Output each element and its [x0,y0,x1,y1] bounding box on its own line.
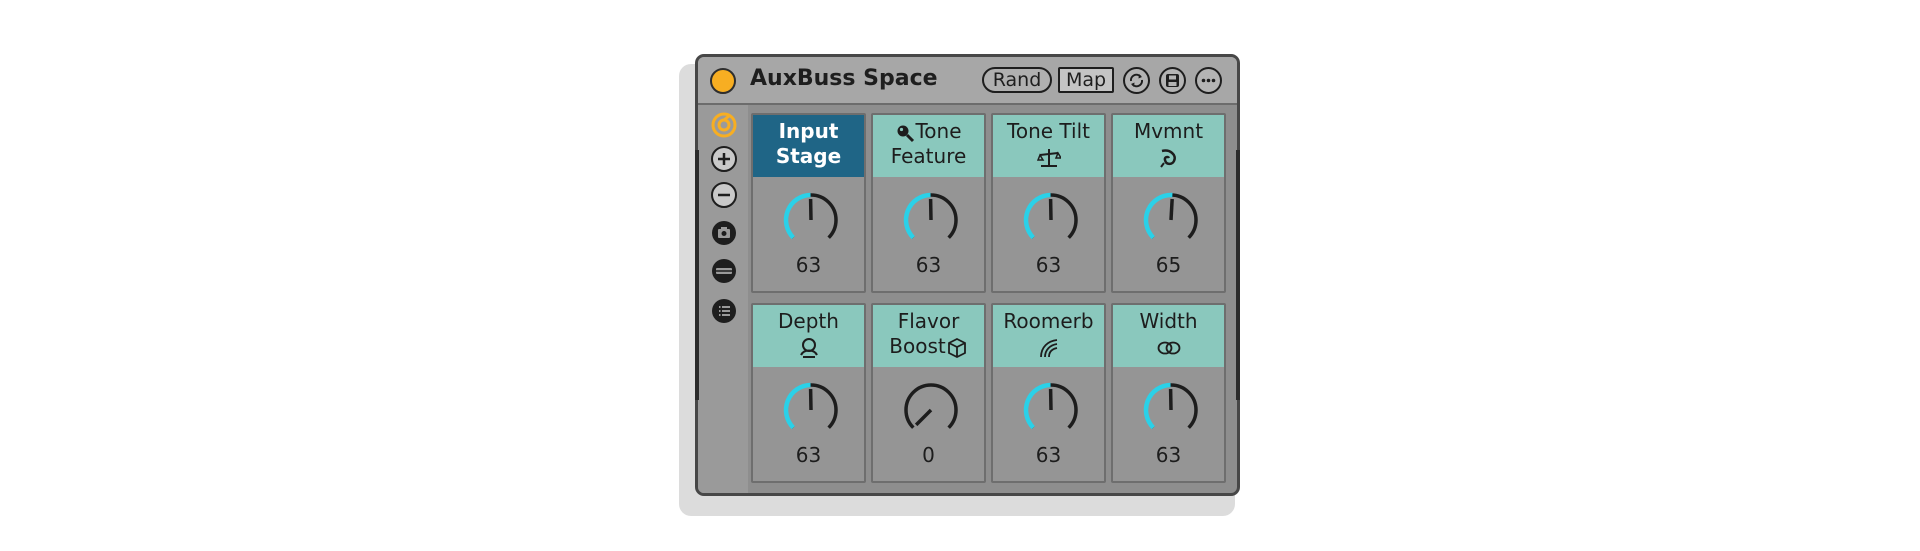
more-icon [1201,78,1216,83]
knob-value-arc [903,192,931,240]
macro-label: Width [1139,309,1198,333]
save-button[interactable] [1159,67,1186,94]
device-title: AuxBuss Space [750,66,938,91]
macro-label: Input [778,119,839,143]
refresh-button[interactable] [1123,67,1150,94]
more-button[interactable] [1195,67,1222,94]
macro-width[interactable]: Width 63 [1111,303,1226,483]
refresh-icon [1129,73,1144,88]
macro-header: Depth [753,305,864,367]
macro-label: Mvmnt [1133,119,1204,143]
macro-value: 63 [1155,443,1182,467]
knob-value-arc [783,382,811,430]
swirl-icon [1159,148,1176,168]
rings-icon [1157,341,1180,354]
instrument-rack: AuxBuss Space Rand Map Input Stage 63 To… [695,54,1240,496]
macro-label: Roomerb [1003,309,1094,333]
macro-header: Mvmnt [1113,115,1224,177]
knob-needle [914,408,933,427]
macro-label: Depth [778,309,839,333]
macro-knob[interactable] [1140,379,1202,441]
add-macro-icon[interactable] [710,145,738,173]
macro-value: 63 [1035,443,1062,467]
macro-value: 63 [1035,253,1062,277]
rand-button[interactable]: Rand [982,67,1052,93]
macro-value: 65 [1155,253,1182,277]
macro-value: 63 [795,253,822,277]
macro-header: Flavor Boost [873,305,984,367]
knob-track [904,383,958,429]
tilt-icon [1036,148,1061,167]
snapshot-icon[interactable] [710,219,738,247]
list-icon[interactable] [710,297,738,325]
save-icon [1166,74,1179,87]
macro-header: Tone Tilt [993,115,1104,177]
macro-tone-feature[interactable]: Tone Feature 63 [871,113,986,293]
macro-label: Feature [890,144,967,168]
depth-icon [799,337,818,358]
knob-value-arc [1143,382,1171,430]
macro-flavor-boost[interactable]: Flavor Boost 0 [871,303,986,483]
macro-knob[interactable] [1020,189,1082,251]
macro-header: Roomerb [993,305,1104,367]
macro-knob[interactable] [780,189,842,251]
macro-depth[interactable]: Depth 63 [751,303,866,483]
macro-label: Boost [889,334,946,358]
chain-icon[interactable] [710,257,738,285]
macro-knob[interactable] [1140,189,1202,251]
macro-header: Tone Feature [873,115,984,177]
remove-macro-icon[interactable] [710,181,738,209]
macro-label: Flavor [897,309,960,333]
rack-sidebar [698,105,748,493]
macro-value: 63 [915,253,942,277]
macro-label: Stage [775,144,842,168]
macro-roomerb[interactable]: Roomerb 63 [991,303,1106,483]
waves-icon [1039,338,1057,357]
macro-mvmnt[interactable]: Mvmnt 65 [1111,113,1226,293]
magnifier-icon [897,125,915,142]
macro-header: Width [1113,305,1224,367]
macro-label: Tone Tilt [1007,119,1090,143]
macro-tone-tilt[interactable]: Tone Tilt 63 [991,113,1106,293]
macro-value: 0 [922,443,935,467]
macro-knob[interactable] [1020,379,1082,441]
knob-needle [1169,198,1174,221]
macro-variation-icon[interactable] [710,111,738,139]
macro-value: 63 [795,443,822,467]
macro-header: Input Stage [753,115,864,177]
device-power-button[interactable] [710,68,736,94]
macro-knob[interactable] [900,379,962,441]
rack-edge-left [695,150,699,400]
knob-value-arc [1023,192,1051,240]
rack-edge-right [1236,150,1240,400]
knob-value-arc [1023,382,1051,430]
macro-knob[interactable] [780,379,842,441]
title-bar: AuxBuss Space Rand Map [698,57,1237,105]
macro-input-stage[interactable]: Input Stage 63 [751,113,866,293]
map-button[interactable]: Map [1058,67,1114,93]
cube-icon [947,337,966,358]
knob-value-arc [783,192,811,240]
knob-value-arc [1143,192,1173,240]
macro-label: Tone [915,119,962,143]
macro-knob[interactable] [900,189,962,251]
